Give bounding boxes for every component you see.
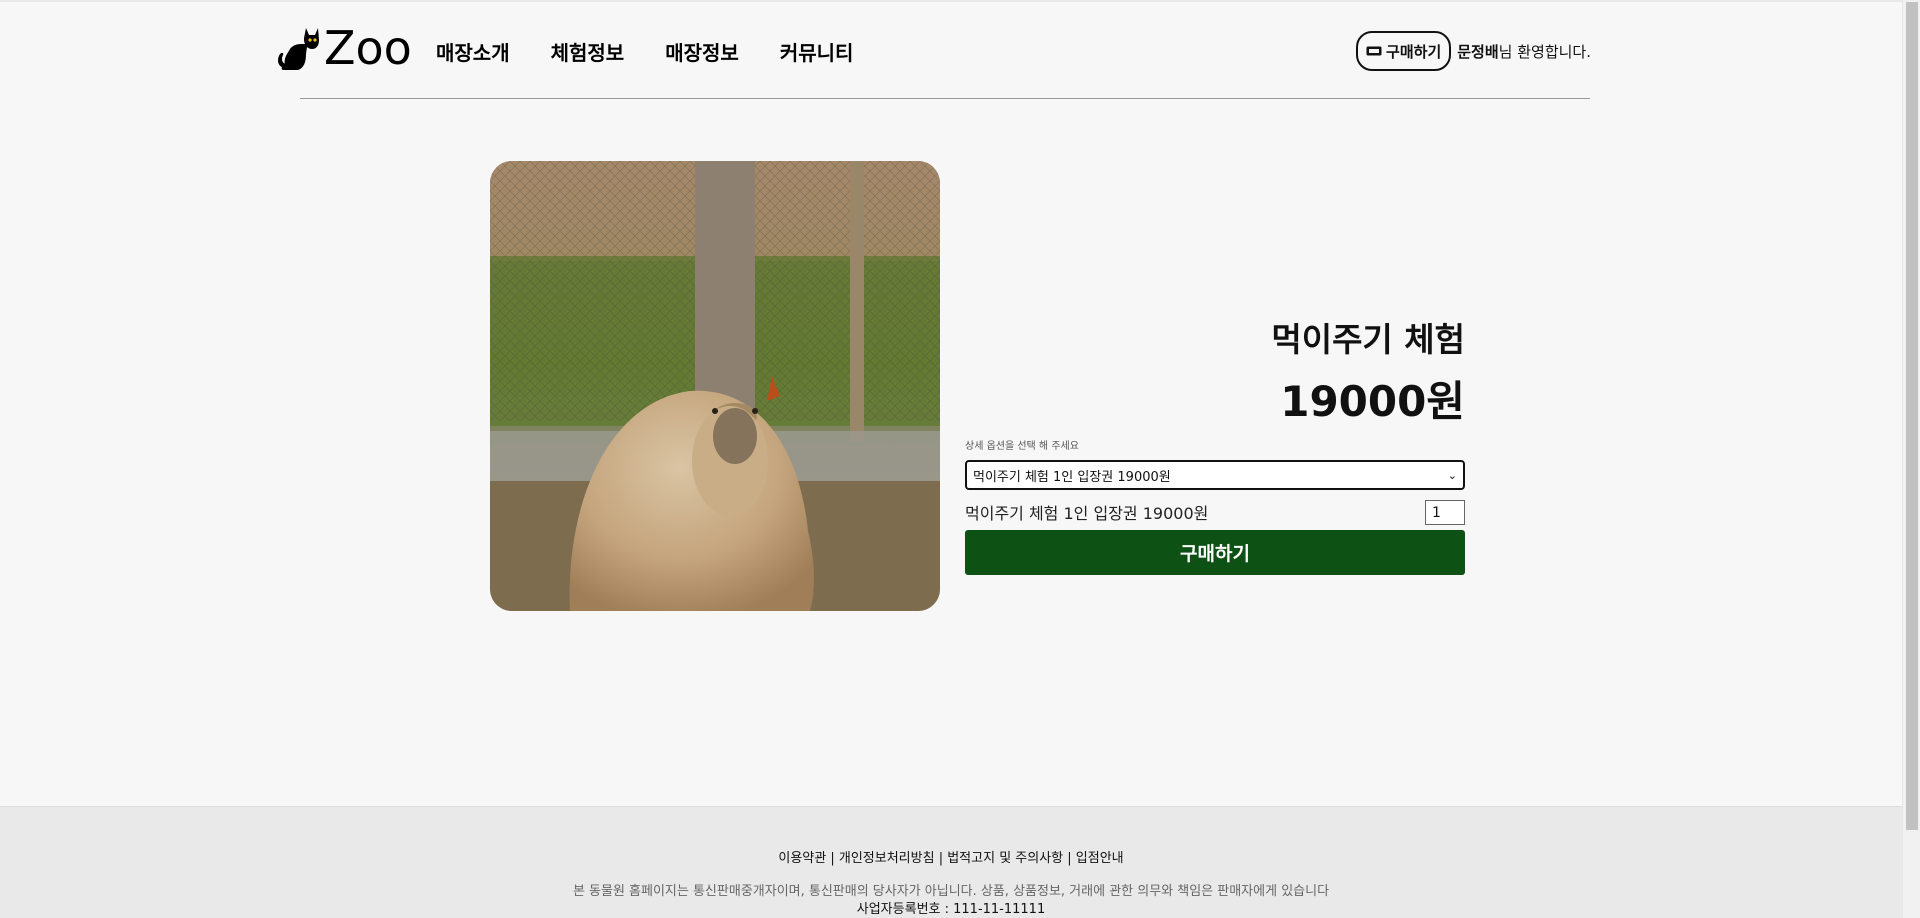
header-buy-button[interactable]: 구매하기 xyxy=(1356,31,1452,71)
main-nav: 매장소개 체험정보 매장정보 커뮤니티 xyxy=(436,37,853,66)
welcome-suffix: 님 환영합니다. xyxy=(1498,42,1591,61)
product-price: 19000원 xyxy=(1280,377,1465,426)
user-name: 문정배 xyxy=(1457,42,1499,61)
welcome-message: 문정배님 환영합니다. xyxy=(1457,41,1591,62)
header-buy-label: 구매하기 xyxy=(1386,42,1442,61)
option-select-value: 먹이주기 체험 1인 입장권 19000원 xyxy=(973,469,1171,485)
site-logo[interactable]: Zoo xyxy=(276,24,412,72)
quantity-input[interactable]: 1 xyxy=(1425,500,1465,525)
footer-link-terms[interactable]: 이용약관 xyxy=(778,851,826,866)
scrollbar[interactable] xyxy=(1902,0,1920,918)
footer-separator: | xyxy=(830,851,839,866)
footer-notice: 본 동물원 홈페이지는 통신판매중개자이며, 통신판매의 당사자가 아닙니다. … xyxy=(572,884,1330,899)
buy-button[interactable]: 구매하기 xyxy=(965,530,1465,575)
footer-biz-number: 사업자등록번호 : 111-11-11111 xyxy=(856,902,1046,917)
nav-item-store-info[interactable]: 매장정보 xyxy=(665,37,739,66)
scrollbar-thumb[interactable] xyxy=(1906,2,1918,830)
footer-link-entry[interactable]: 입점안내 xyxy=(1076,851,1124,866)
site-footer: 이용약관 | 개인정보처리방침 | 법적고지 및 주의사항 | 입점안내 본 동… xyxy=(0,806,1902,918)
user-area: 구매하기 문정배님 환영합니다. xyxy=(1356,31,1591,71)
logo-text: Zoo xyxy=(324,21,412,75)
footer-links: 이용약관 | 개인정보처리방침 | 법적고지 및 주의사항 | 입점안내 xyxy=(0,847,1902,866)
option-label: 상세 옵션을 선택 해 주세요 xyxy=(965,441,1079,452)
site-header: Zoo 매장소개 체험정보 매장정보 커뮤니티 구매하기 문정배님 환영합니다. xyxy=(0,0,1902,100)
nav-item-community[interactable]: 커뮤니티 xyxy=(780,37,854,66)
footer-link-legal[interactable]: 법적고지 및 주의사항 xyxy=(947,851,1063,866)
header-divider xyxy=(300,98,1590,99)
chevron-down-icon: ⌄ xyxy=(1447,468,1457,482)
ticket-icon xyxy=(1366,46,1382,56)
footer-separator: | xyxy=(938,851,948,866)
product-image xyxy=(490,161,940,611)
selected-option-text: 먹이주기 체험 1인 입장권 19000원 xyxy=(965,504,1209,523)
cat-icon xyxy=(278,28,319,70)
footer-link-privacy[interactable]: 개인정보처리방침 xyxy=(839,851,935,866)
nav-item-store-intro[interactable]: 매장소개 xyxy=(436,37,510,66)
nav-item-experience-info[interactable]: 체험정보 xyxy=(551,37,625,66)
product-title: 먹이주기 체험 xyxy=(1271,320,1465,359)
option-select[interactable]: 먹이주기 체험 1인 입장권 19000원 ⌄ xyxy=(965,460,1465,490)
footer-separator: | xyxy=(1067,851,1076,866)
